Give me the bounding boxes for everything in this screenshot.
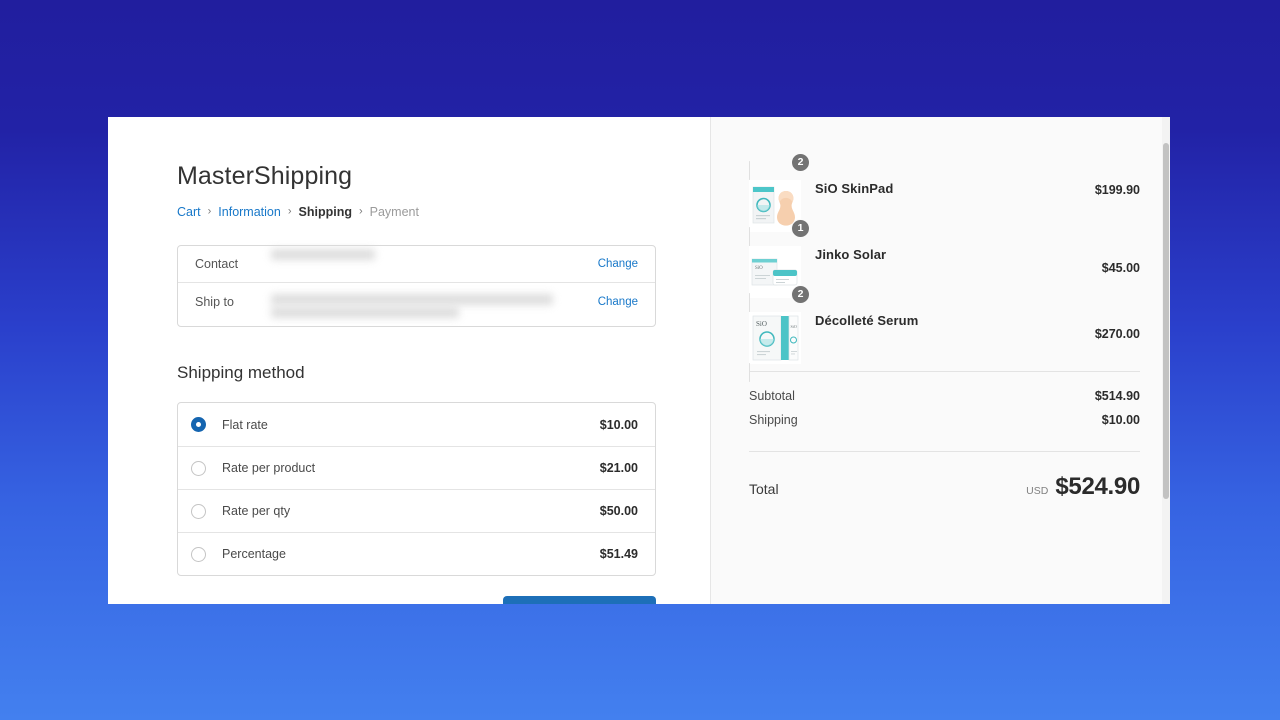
redacted-address-bar — [271, 294, 553, 305]
order-item-name: Jinko Solar — [815, 246, 887, 262]
product-thumbnail-wrapper: SiO 1 — [749, 219, 810, 316]
product-thumbnail-wrapper: SiO SiO 2 — [749, 285, 810, 382]
change-ship-to-link[interactable]: Change — [598, 294, 638, 310]
redacted-contact-bar — [271, 249, 375, 260]
order-item: SiO 1 Jinko Solar $45.00 — [749, 219, 1140, 316]
contact-label: Contact — [195, 257, 239, 271]
ship-to-value — [263, 294, 598, 326]
contact-value — [263, 246, 598, 282]
ship-to-row: Ship to Change — [178, 283, 655, 326]
shipping-option-price: $51.49 — [599, 547, 638, 561]
breadcrumb-item-cart[interactable]: Cart — [177, 205, 201, 219]
shipping-option-rate-per-product[interactable]: Rate per product $21.00 — [178, 446, 655, 489]
shipping-method-list: Flat rate $10.00 Rate per product $21.00… — [177, 402, 656, 576]
radio-icon[interactable] — [191, 460, 206, 476]
order-item: 2 SiO SkinPad $199.90 — [749, 153, 1140, 250]
order-item: SiO SiO 2 Décolleté Serum $270.00 — [749, 285, 1140, 382]
shipping-option-price: $21.00 — [599, 461, 638, 475]
change-contact-link[interactable]: Change — [598, 256, 638, 272]
shipping-option-label: Rate per product — [222, 461, 316, 475]
order-item-name: SiO SkinPad — [815, 180, 894, 196]
vertical-scrollbar-thumb[interactable] — [1163, 143, 1169, 499]
contact-row: Contact Change — [178, 246, 655, 282]
svg-text:SiO: SiO — [756, 320, 767, 328]
order-item-price: $45.00 — [1101, 261, 1140, 275]
shipping-option-label: Percentage — [222, 547, 286, 561]
order-item-name: Décolleté Serum — [815, 312, 919, 328]
subtotal-row: Subtotal $514.90 — [749, 389, 1140, 413]
breadcrumb-item-payment: Payment — [369, 205, 419, 219]
contact-shipping-summary-box: Contact Change Ship to Change — [177, 245, 656, 327]
shipping-method-title: Shipping method — [177, 363, 305, 382]
shipping-option-price: $10.00 — [599, 417, 638, 432]
grand-total-row: Total USD $524.90 — [749, 473, 1140, 501]
order-item-price: $199.90 — [1094, 183, 1140, 197]
grand-total-amount-group: USD $524.90 — [1026, 473, 1140, 501]
redacted-address-bar — [271, 307, 459, 318]
shipping-option-rate-per-qty[interactable]: Rate per qty $50.00 — [178, 489, 655, 532]
grand-total-label: Total — [749, 481, 779, 497]
breadcrumb: Cart › Information › Shipping › Payment — [177, 204, 710, 220]
svg-text:SiO: SiO — [791, 324, 797, 329]
shipping-option-flat-rate[interactable]: Flat rate $10.00 — [178, 403, 655, 446]
radio-icon[interactable] — [191, 546, 206, 562]
checkout-main-column: MasterShipping Cart › Information › Ship… — [108, 117, 710, 604]
grand-total-value: $524.90 — [1055, 473, 1140, 500]
subtotal-value: $514.90 — [1094, 389, 1140, 403]
decollete-serum-thumbnail-icon: SiO SiO — [749, 293, 801, 382]
order-items-list: 2 SiO SkinPad $199.90 SiO 1 Jinko Solar … — [749, 153, 1140, 382]
radio-icon[interactable] — [191, 417, 206, 432]
quantity-badge: 2 — [791, 153, 810, 172]
shipping-cost-row: Shipping $10.00 — [749, 413, 1140, 437]
shipping-option-price: $50.00 — [599, 504, 638, 518]
svg-text:SiO: SiO — [755, 266, 763, 271]
continue-to-payment-button[interactable] — [503, 596, 656, 604]
ship-to-label: Ship to — [195, 295, 234, 309]
shipping-option-percentage[interactable]: Percentage $51.49 — [178, 532, 655, 575]
grand-total-divider — [749, 451, 1140, 452]
order-item-price: $270.00 — [1094, 327, 1140, 341]
chevron-right-icon: › — [207, 205, 212, 217]
chevron-right-icon: › — [358, 205, 363, 217]
breadcrumb-item-shipping[interactable]: Shipping — [299, 205, 352, 219]
subtotal-label: Subtotal — [749, 389, 795, 403]
breadcrumb-item-information[interactable]: Information — [218, 205, 281, 219]
shipping-option-label: Rate per qty — [222, 504, 291, 518]
vertical-scrollbar-track[interactable] — [1162, 117, 1170, 604]
quantity-badge: 1 — [791, 219, 810, 238]
product-thumbnail-wrapper: 2 — [749, 153, 810, 250]
chevron-right-icon: › — [287, 205, 292, 217]
page-title: MasterShipping — [177, 162, 353, 190]
quantity-badge: 2 — [791, 285, 810, 304]
radio-icon[interactable] — [191, 503, 206, 519]
order-summary-panel: 2 SiO SkinPad $199.90 SiO 1 Jinko Solar … — [710, 117, 1170, 604]
totals-divider — [749, 371, 1140, 372]
shipping-option-label: Flat rate — [222, 417, 268, 432]
checkout-window: MasterShipping Cart › Information › Ship… — [108, 117, 1170, 604]
shipping-cost-label: Shipping — [749, 413, 798, 427]
shipping-cost-value: $10.00 — [1101, 413, 1140, 427]
grand-total-currency: USD — [1026, 485, 1049, 497]
